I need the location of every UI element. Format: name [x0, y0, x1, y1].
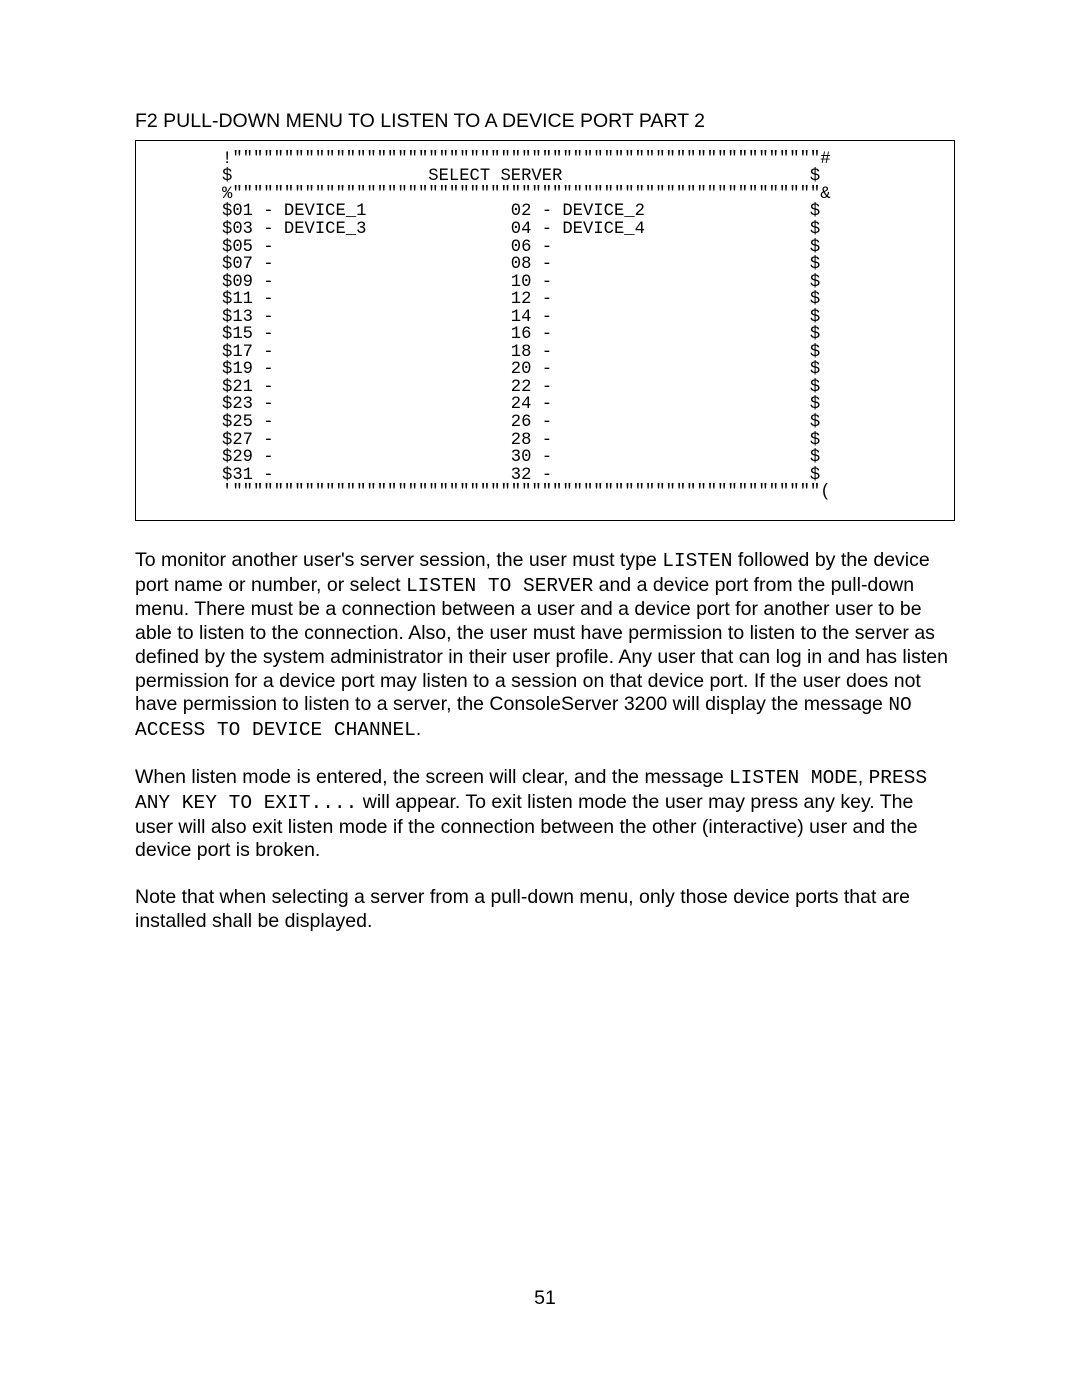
paragraph-2-text-b: ,	[858, 766, 869, 788]
command-listen: LISTEN	[662, 550, 732, 572]
section-heading: F2 PULL-DOWN MENU TO LISTEN TO A DEVICE …	[135, 110, 955, 134]
paragraph-2-text-a: When listen mode is entered, the screen …	[135, 766, 729, 788]
command-listen-to-server: LISTEN TO SERVER	[406, 575, 593, 597]
paragraph-1: To monitor another user's server session…	[135, 549, 955, 743]
paragraph-3: Note that when selecting a server from a…	[135, 886, 955, 934]
paragraph-1-text-d: .	[416, 718, 421, 740]
message-listen-mode: LISTEN MODE	[729, 767, 858, 789]
paragraph-1-text-a: To monitor another user's server session…	[135, 549, 662, 571]
terminal-select-server-menu: !"""""""""""""""""""""""""""""""""""""""…	[135, 140, 955, 521]
page-number: 51	[135, 957, 955, 1311]
paragraph-2: When listen mode is entered, the screen …	[135, 766, 955, 863]
terminal-text: !"""""""""""""""""""""""""""""""""""""""…	[222, 151, 942, 502]
